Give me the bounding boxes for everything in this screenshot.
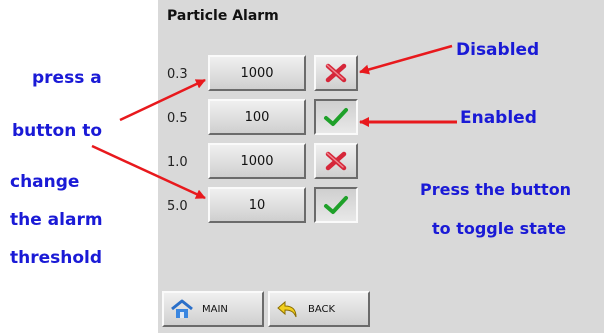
threshold-button-1-0[interactable]: 1000 bbox=[208, 143, 306, 179]
toggle-button-5-0[interactable] bbox=[314, 187, 358, 223]
back-button[interactable]: BACK bbox=[268, 291, 370, 327]
annotation-left-line: change bbox=[10, 172, 80, 192]
back-button-label: BACK bbox=[308, 303, 336, 315]
threshold-button-0-3[interactable]: 1000 bbox=[208, 55, 306, 91]
annotation-toggle-line: Press the button bbox=[420, 180, 572, 199]
annotation-enabled: Enabled bbox=[460, 108, 537, 128]
threshold-button-0-5[interactable]: 100 bbox=[208, 99, 306, 135]
toggle-button-0-3[interactable] bbox=[314, 55, 358, 91]
toggle-button-0-5[interactable] bbox=[314, 99, 358, 135]
toggle-button-1-0[interactable] bbox=[314, 143, 358, 179]
annotation-toggle-line: to toggle state bbox=[432, 219, 567, 238]
particle-size-label: 0.5 bbox=[167, 111, 188, 126]
check-icon bbox=[324, 108, 348, 126]
annotation-left-line: threshold bbox=[10, 248, 103, 268]
annotation-disabled: Disabled bbox=[456, 40, 540, 60]
cross-icon bbox=[325, 63, 347, 83]
threshold-button-5-0[interactable]: 10 bbox=[208, 187, 306, 223]
check-icon bbox=[324, 196, 348, 214]
particle-size-label: 0.3 bbox=[167, 67, 188, 82]
page-title: Particle Alarm bbox=[167, 8, 279, 24]
annotation-left-line: the alarm bbox=[10, 210, 103, 230]
main-button[interactable]: MAIN bbox=[162, 291, 264, 327]
cross-icon bbox=[325, 151, 347, 171]
main-button-label: MAIN bbox=[202, 303, 228, 315]
annotation-left-line: button to bbox=[12, 121, 103, 141]
annotation-left-line: press a bbox=[32, 68, 102, 88]
back-arrow-icon bbox=[276, 299, 300, 319]
particle-size-label: 5.0 bbox=[167, 199, 188, 214]
home-icon bbox=[170, 299, 194, 319]
particle-size-label: 1.0 bbox=[167, 155, 188, 170]
